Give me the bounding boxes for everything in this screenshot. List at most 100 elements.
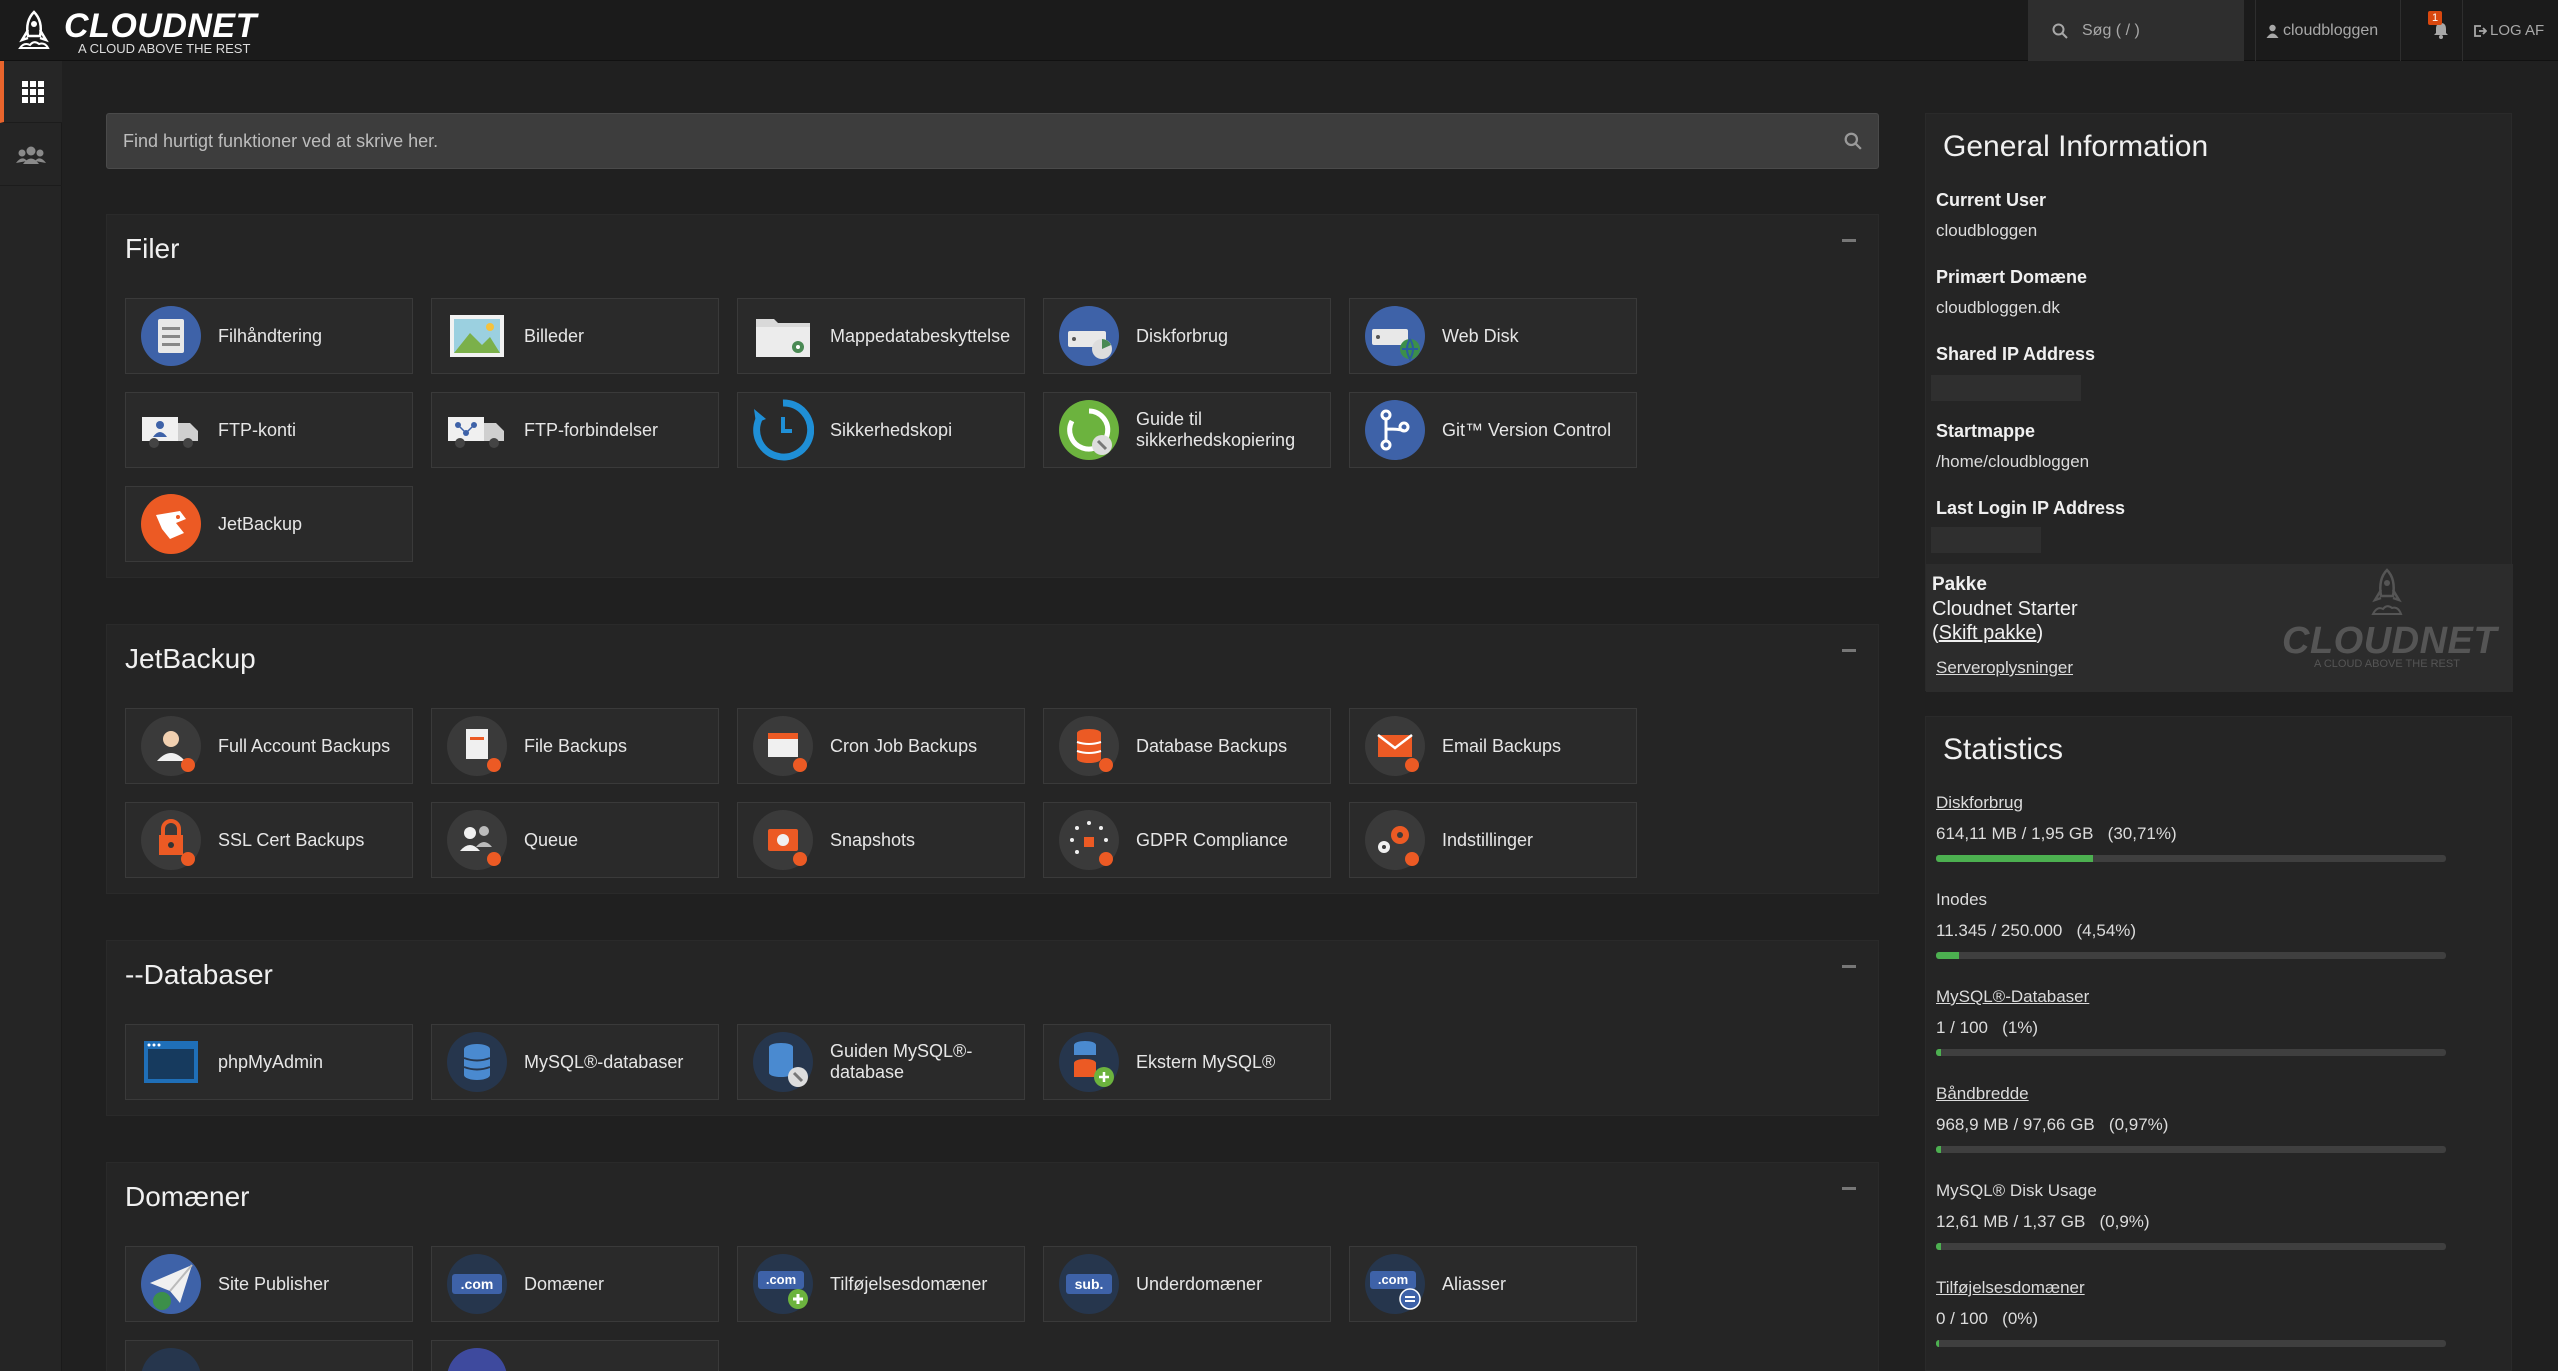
top-search[interactable]: Søg ( / )	[2028, 0, 2244, 61]
tile-subdomains[interactable]: sub. Underdomæner	[1043, 1246, 1331, 1322]
backup-clock-icon	[753, 399, 814, 461]
stat-row: MySQL®-Databaser 1 / 100 (1%)	[1936, 987, 2446, 1077]
svg-text:.com: .com	[1378, 1272, 1408, 1287]
package-label: Pakke	[1932, 574, 1987, 595]
stat-progress-bar	[1936, 1146, 2446, 1153]
tile-disk-usage[interactable]: Diskforbrug	[1043, 298, 1331, 374]
logout-button[interactable]: LOG AF	[2473, 0, 2544, 61]
tile-label: Web Disk	[1442, 325, 1519, 346]
subdomain-icon: sub.	[1059, 1254, 1119, 1314]
tile-gdpr-compliance[interactable]: GDPR Compliance	[1043, 802, 1331, 878]
tile-git[interactable]: Git™ Version Control	[1349, 392, 1637, 468]
tile-phpmyadmin[interactable]: phpMyAdmin	[125, 1024, 413, 1100]
tile-mysql-databases[interactable]: MySQL®-databaser	[431, 1024, 719, 1100]
tile-ftp-connections[interactable]: FTP-forbindelser	[431, 392, 719, 468]
tile-label: SSL Cert Backups	[218, 829, 365, 850]
user-menu[interactable]: cloudbloggen	[2266, 0, 2378, 61]
collapse-section-button[interactable]	[1842, 1187, 1856, 1190]
tile-backup[interactable]: Sikkerhedskopi	[737, 392, 1025, 468]
tile-web-disk[interactable]: Web Disk	[1349, 298, 1637, 374]
server-info-link[interactable]: Serveroplysninger	[1936, 658, 2073, 678]
alias-domain-icon: .com	[1365, 1254, 1425, 1314]
current-user-value: cloudbloggen	[1936, 221, 2038, 240]
gear-icon	[1365, 810, 1425, 870]
stat-label[interactable]: MySQL®-Databaser	[1936, 987, 2446, 1007]
stat-progress-fill	[1936, 1146, 1942, 1153]
git-branch-icon	[1365, 400, 1425, 460]
section-filer: Filer Filhåndtering Billeder Mappedatabe…	[106, 214, 1879, 578]
tile-jetbackup[interactable]: JetBackup	[125, 486, 413, 562]
redacted-ip	[1931, 375, 2081, 401]
tile-label: Ekstern MySQL®	[1136, 1051, 1276, 1072]
tile-queue[interactable]: Queue	[431, 802, 719, 878]
tile-file-manager[interactable]: Filhåndtering	[125, 298, 413, 374]
tile-label: GDPR Compliance	[1136, 829, 1289, 850]
section-databaser: --Databaser phpMyAdmin MySQL®-databaser …	[106, 940, 1879, 1116]
notifications-button[interactable]	[2422, 0, 2460, 61]
tile-images[interactable]: Billeder	[431, 298, 719, 374]
tile-domains[interactable]: .com Domæner	[431, 1246, 719, 1322]
left-rail	[0, 61, 62, 1371]
tile-label: Git™ Version Control	[1442, 419, 1612, 440]
cloudnet-logo[interactable]: CLOUDNET A CLOUD ABOVE THE REST	[14, 8, 256, 56]
tile-label: Aliasser	[1442, 1273, 1507, 1294]
tile-ssl-cert-backups[interactable]: SSL Cert Backups	[125, 802, 413, 878]
tile-remote-mysql[interactable]: Ekstern MySQL®	[1043, 1024, 1331, 1100]
stat-value: 614,11 MB / 1,95 GB (30,71%)	[1936, 824, 2177, 843]
tile-partial[interactable]	[125, 1340, 413, 1371]
stat-value: 12,61 MB / 1,37 GB (0,9%)	[1936, 1212, 2150, 1231]
home-dir-label: Startmappe	[1936, 421, 2036, 441]
panel-title: Statistics	[1943, 733, 2064, 766]
tile-full-account-backups[interactable]: Full Account Backups	[125, 708, 413, 784]
disk-usage-icon	[1059, 306, 1119, 366]
tile-file-backups[interactable]: File Backups	[431, 708, 719, 784]
stat-label[interactable]: Båndbredde	[1936, 1084, 2446, 1104]
tile-label: Tilføjelsesdomæner	[830, 1273, 988, 1294]
brand-tagline: A CLOUD ABOVE THE REST	[78, 41, 251, 56]
tile-label: Guide til sikkerhedskopiering	[1136, 409, 1296, 450]
tile-addon-domains[interactable]: .com Tilføjelsesdomæner	[737, 1246, 1025, 1322]
panel-title: General Information	[1943, 130, 2209, 163]
stat-row: Båndbredde 968,9 MB / 97,66 GB (0,97%)	[1936, 1084, 2446, 1174]
web-disk-icon	[1365, 306, 1425, 366]
section-title: Domæner	[125, 1181, 250, 1212]
redacted-ip	[1931, 527, 2041, 553]
tile-settings[interactable]: Indstillinger	[1349, 802, 1637, 878]
stat-label[interactable]: Diskforbrug	[1936, 793, 2446, 813]
stat-progress-bar	[1936, 1340, 2446, 1347]
svg-text:.com: .com	[766, 1272, 796, 1287]
tile-partial[interactable]	[431, 1340, 719, 1371]
tile-aliases[interactable]: .com Aliasser	[1349, 1246, 1637, 1322]
search-icon	[1844, 132, 1862, 150]
quick-find-input[interactable]: Find hurtigt funktioner ved at skrive he…	[106, 113, 1879, 169]
tile-backup-wizard[interactable]: Guide til sikkerhedskopiering	[1043, 392, 1331, 468]
collapse-section-button[interactable]	[1842, 965, 1856, 968]
tile-site-publisher[interactable]: Site Publisher	[125, 1246, 413, 1322]
collapse-section-button[interactable]	[1842, 649, 1856, 652]
rail-users[interactable]	[0, 124, 62, 186]
file-manager-icon	[141, 306, 201, 366]
tile-database-backups[interactable]: Database Backups	[1043, 708, 1331, 784]
collapse-section-button[interactable]	[1842, 239, 1856, 242]
brand-name: CLOUDNET	[64, 7, 257, 45]
change-package-link[interactable]: (Skift pakke)	[1932, 622, 2043, 645]
tile-cron-job-backups[interactable]: Cron Job Backups	[737, 708, 1025, 784]
tile-directory-privacy[interactable]: Mappedatabeskyttelse	[737, 298, 1025, 374]
stat-value: 1 / 100 (1%)	[1936, 1018, 2039, 1037]
statistics-panel: Statistics Diskforbrug 614,11 MB / 1,95 G…	[1925, 716, 2512, 1371]
stat-progress-bar	[1936, 952, 2446, 959]
tile-mysql-wizard[interactable]: Guiden MySQL®-database	[737, 1024, 1025, 1100]
stat-label[interactable]: Tilføjelsesdomæner	[1936, 1278, 2446, 1298]
watermark-tagline: A CLOUD ABOVE THE REST	[2314, 658, 2460, 670]
rail-tools[interactable]	[0, 61, 62, 123]
phpmyadmin-icon	[144, 1041, 198, 1083]
stat-row: Tilføjelsesdomæner 0 / 100 (0%)	[1936, 1278, 2446, 1368]
search-icon	[2052, 23, 2068, 39]
remote-database-icon	[1059, 1032, 1119, 1092]
stat-progress-bar	[1936, 1243, 2446, 1250]
ftp-truck-network-icon	[448, 417, 504, 448]
tile-ftp-accounts[interactable]: FTP-konti	[125, 392, 413, 468]
tile-snapshots[interactable]: Snapshots	[737, 802, 1025, 878]
queue-users-icon	[447, 810, 507, 870]
tile-email-backups[interactable]: Email Backups	[1349, 708, 1637, 784]
